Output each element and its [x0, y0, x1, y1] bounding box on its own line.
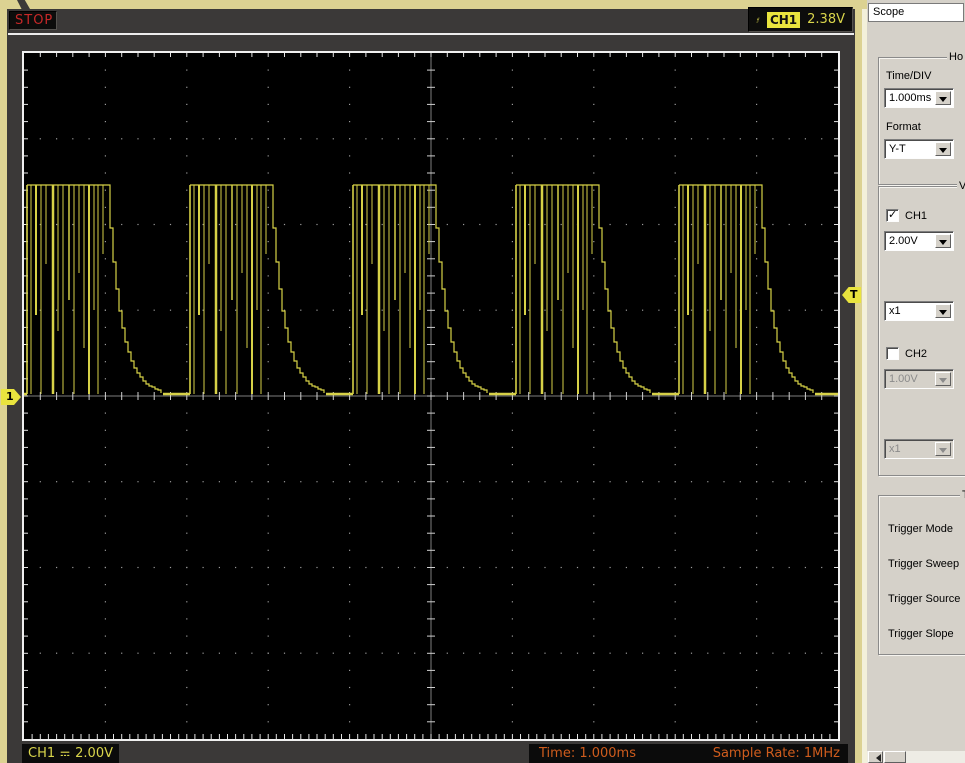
- scrollbar-thumb[interactable]: [884, 751, 906, 763]
- trigger-info-box: CH1 2.38V: [748, 7, 853, 32]
- ch1-zero-marker[interactable]: 1: [1, 389, 21, 405]
- ch2-scale-value: 1.00V: [889, 373, 918, 385]
- ch1-scale-readout: 2.00V: [75, 746, 113, 761]
- toolbar-separator: [8, 33, 854, 35]
- ch1-scale-value: 2.00V: [889, 235, 918, 247]
- acquisition-status-badge: STOP: [9, 11, 57, 30]
- time-div-value: 1.000ms: [889, 92, 931, 104]
- ch1-status-box: CH1 2.00V: [22, 744, 119, 763]
- ch1-probe-select[interactable]: x1: [884, 301, 954, 321]
- trigger-group-label: T: [960, 489, 965, 501]
- timebase-status-box: Time: 1.000ms Sample Rate: 1MHz: [529, 744, 848, 763]
- ch1-scale-select[interactable]: 2.00V: [884, 231, 954, 251]
- ch2-probe-select: x1: [884, 439, 954, 459]
- ch1-checkbox[interactable]: CH1: [886, 209, 927, 222]
- time-div-dropdown-arrow-icon[interactable]: [935, 91, 951, 105]
- trigger-sweep-label: Trigger Sweep: [888, 558, 959, 571]
- format-dropdown-arrow-icon[interactable]: [935, 142, 951, 156]
- scrollbar-left-arrow-icon[interactable]: [868, 751, 883, 763]
- waveform-plot: [24, 53, 838, 739]
- panel-scrollbar[interactable]: [867, 751, 965, 763]
- ch2-scale-select: 1.00V: [884, 369, 954, 389]
- trigger-level-readout: 2.38V: [807, 12, 845, 27]
- ch1-probe-dropdown-arrow-icon[interactable]: [935, 304, 951, 318]
- ch1-checkbox-box[interactable]: [886, 209, 899, 222]
- format-value: Y-T: [889, 143, 906, 155]
- ch1-probe-value: x1: [889, 305, 901, 317]
- ch2-checkbox-box[interactable]: [886, 347, 899, 360]
- trigger-source-badge: CH1: [767, 12, 800, 28]
- trigger-slope-label: Trigger Slope: [888, 628, 954, 641]
- ch1-status-label: CH1: [28, 746, 55, 761]
- ch2-checkbox[interactable]: CH2: [886, 347, 927, 360]
- stop-label: STOP: [15, 13, 53, 28]
- panel-divider: [855, 9, 867, 763]
- trigger-level-marker[interactable]: T: [842, 287, 861, 303]
- window-top-strip: [0, 0, 867, 9]
- ch2-scale-dropdown-arrow-icon: [935, 372, 951, 386]
- horizontal-group-label: Ho: [947, 51, 965, 63]
- time-readout: Time: 1.000ms: [539, 746, 636, 761]
- vertical-group-label: V: [957, 180, 965, 192]
- vertical-group: V: [878, 186, 965, 476]
- format-select[interactable]: Y-T: [884, 139, 954, 159]
- panel-title: Scope: [868, 3, 964, 22]
- ch2-probe-value: x1: [889, 443, 901, 455]
- ch1-scale-dropdown-arrow-icon[interactable]: [935, 234, 951, 248]
- top-strip-notch: [17, 0, 30, 9]
- trigger-mode-label: Trigger Mode: [888, 523, 953, 536]
- trigger-slope-icon: [756, 9, 760, 31]
- control-panel: Scope Ho Time/DIV 1.000ms Format Y-T V C…: [867, 0, 965, 763]
- scope-app-window: STOP CH1 2.38V 1 T CH1 2.00V Time: 1.000…: [0, 0, 965, 763]
- time-div-select[interactable]: 1.000ms: [884, 88, 954, 108]
- ch2-probe-dropdown-arrow-icon: [935, 442, 951, 456]
- scope-display: [22, 51, 840, 741]
- format-label: Format: [886, 121, 921, 134]
- time-div-label: Time/DIV: [886, 70, 931, 83]
- window-left-strip: [0, 9, 7, 763]
- ch1-checkbox-label: CH1: [905, 210, 927, 222]
- sample-rate-readout: Sample Rate: 1MHz: [713, 746, 840, 761]
- ch2-checkbox-label: CH2: [905, 348, 927, 360]
- dc-coupling-icon: [60, 749, 70, 759]
- trigger-source-label: Trigger Source: [888, 593, 960, 606]
